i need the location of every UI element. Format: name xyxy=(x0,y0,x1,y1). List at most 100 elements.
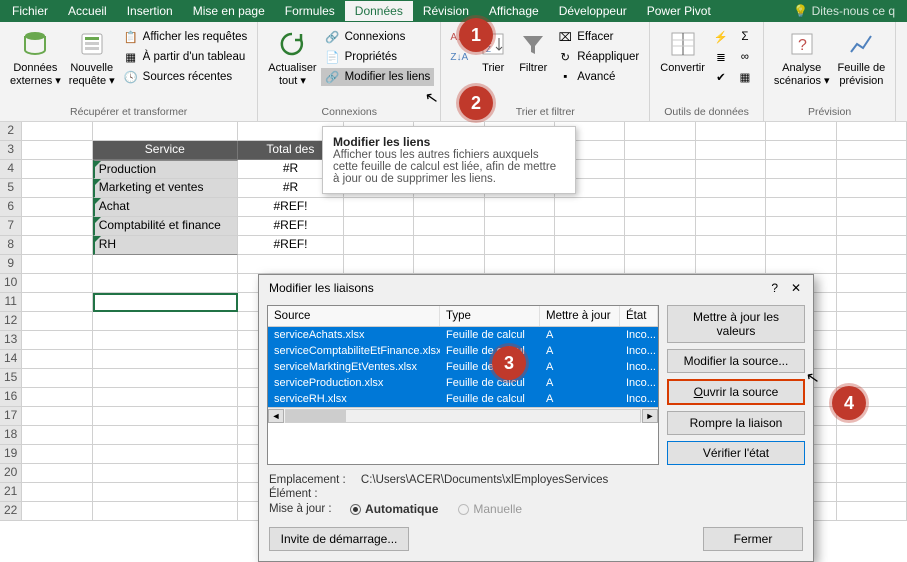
cell[interactable] xyxy=(837,464,907,483)
help-button[interactable]: ? xyxy=(766,281,784,295)
modifier-source-button[interactable]: Modifier la source... xyxy=(667,349,805,373)
row-header[interactable]: 11 xyxy=(0,293,22,312)
cell[interactable] xyxy=(485,217,555,236)
cell[interactable] xyxy=(22,160,92,179)
cell[interactable] xyxy=(93,426,238,445)
relations-button[interactable]: ∞ xyxy=(733,48,757,66)
cell[interactable] xyxy=(22,255,92,274)
cell[interactable] xyxy=(837,293,907,312)
mettre-a-jour-button[interactable]: Mettre à jour les valeurs xyxy=(667,305,805,343)
cell[interactable] xyxy=(344,217,414,236)
cell[interactable] xyxy=(837,483,907,502)
row-header[interactable]: 14 xyxy=(0,350,22,369)
cell[interactable] xyxy=(766,179,836,198)
cell[interactable] xyxy=(344,236,414,255)
cell[interactable] xyxy=(625,255,695,274)
tab-donnees[interactable]: Données xyxy=(345,1,413,21)
cell[interactable] xyxy=(22,312,92,331)
cell[interactable] xyxy=(837,160,907,179)
cell[interactable] xyxy=(625,217,695,236)
data-model-button[interactable]: ▦ xyxy=(733,68,757,86)
analyse-scenarios-button[interactable]: ? Analysescénarios ▾ xyxy=(770,24,834,88)
scroll-left-button[interactable]: ◄ xyxy=(268,409,284,423)
cell[interactable] xyxy=(238,255,344,274)
cell[interactable] xyxy=(555,198,625,217)
cell[interactable] xyxy=(22,502,92,521)
row-header[interactable]: 2 xyxy=(0,122,22,141)
verifier-etat-button[interactable]: Vérifier l'état xyxy=(667,441,805,465)
cell[interactable] xyxy=(625,141,695,160)
cell[interactable]: Marketing et ventes xyxy=(93,179,238,198)
remove-dup-button[interactable]: ≣ xyxy=(709,48,733,66)
tab-powerpivot[interactable]: Power Pivot xyxy=(637,1,721,21)
feuille-prevision-button[interactable]: Feuille deprévision xyxy=(834,24,890,88)
cell[interactable] xyxy=(837,255,907,274)
cell[interactable] xyxy=(696,236,766,255)
cell[interactable] xyxy=(22,293,92,312)
actualiser-tout-button[interactable]: Actualisertout ▾ xyxy=(264,24,320,88)
col-source[interactable]: Source xyxy=(268,306,440,326)
cell[interactable] xyxy=(344,198,414,217)
cell[interactable] xyxy=(93,483,238,502)
cell[interactable] xyxy=(625,179,695,198)
tab-formules[interactable]: Formules xyxy=(275,1,345,21)
row-header[interactable]: 4 xyxy=(0,160,22,179)
cell[interactable] xyxy=(555,255,625,274)
cell[interactable] xyxy=(22,407,92,426)
scroll-track[interactable] xyxy=(285,409,641,423)
cell[interactable] xyxy=(625,236,695,255)
cell[interactable] xyxy=(93,122,238,141)
cell[interactable] xyxy=(837,445,907,464)
cell[interactable] xyxy=(93,255,238,274)
convertir-button[interactable]: Convertir xyxy=(656,24,709,86)
row-header[interactable]: 18 xyxy=(0,426,22,445)
modifier-liens-button[interactable]: 🔗Modifier les liens xyxy=(321,68,435,86)
row-header[interactable]: 21 xyxy=(0,483,22,502)
row-header[interactable]: 3 xyxy=(0,141,22,160)
links-list[interactable]: Source Type Mettre à jour État serviceAc… xyxy=(267,305,659,465)
tell-me[interactable]: 💡 Dites-nous ce q xyxy=(783,1,905,21)
row-header[interactable]: 7 xyxy=(0,217,22,236)
effacer-button[interactable]: ⌧Effacer xyxy=(553,28,643,46)
cell[interactable] xyxy=(22,464,92,483)
cell[interactable] xyxy=(414,255,484,274)
cell[interactable] xyxy=(22,236,92,255)
cell[interactable] xyxy=(555,236,625,255)
tab-accueil[interactable]: Accueil xyxy=(58,1,117,21)
cell[interactable] xyxy=(22,331,92,350)
cell[interactable]: #REF! xyxy=(238,217,344,236)
tab-revision[interactable]: Révision xyxy=(413,1,479,21)
cell[interactable] xyxy=(625,160,695,179)
cell[interactable] xyxy=(22,217,92,236)
cell[interactable] xyxy=(22,198,92,217)
sort-za-button[interactable]: Z↓A xyxy=(447,48,471,66)
cell[interactable] xyxy=(485,255,555,274)
row-header[interactable]: 9 xyxy=(0,255,22,274)
cell[interactable] xyxy=(625,122,695,141)
col-type[interactable]: Type xyxy=(440,306,540,326)
horizontal-scrollbar[interactable]: ◄ ► xyxy=(268,407,658,423)
tab-mise-en-page[interactable]: Mise en page xyxy=(183,1,275,21)
cell[interactable] xyxy=(93,350,238,369)
cell[interactable] xyxy=(696,255,766,274)
cell[interactable] xyxy=(766,236,836,255)
cell[interactable] xyxy=(414,217,484,236)
cell[interactable] xyxy=(837,122,907,141)
tab-developpeur[interactable]: Développeur xyxy=(549,1,637,21)
row-header[interactable]: 8 xyxy=(0,236,22,255)
validation-button[interactable]: ✔ xyxy=(709,68,733,86)
cell[interactable] xyxy=(696,141,766,160)
col-update[interactable]: Mettre à jour xyxy=(540,306,620,326)
tab-insertion[interactable]: Insertion xyxy=(117,1,183,21)
donnees-externes-button[interactable]: Donnéesexternes ▾ xyxy=(6,24,65,88)
cell[interactable]: Service xyxy=(93,141,238,160)
row-header[interactable]: 15 xyxy=(0,369,22,388)
cell[interactable] xyxy=(344,255,414,274)
cell[interactable] xyxy=(93,293,238,312)
cell[interactable] xyxy=(837,502,907,521)
cell[interactable] xyxy=(93,312,238,331)
cell[interactable] xyxy=(766,122,836,141)
cell[interactable] xyxy=(93,388,238,407)
cell[interactable] xyxy=(93,331,238,350)
radio-automatique[interactable]: Automatique xyxy=(350,502,438,516)
